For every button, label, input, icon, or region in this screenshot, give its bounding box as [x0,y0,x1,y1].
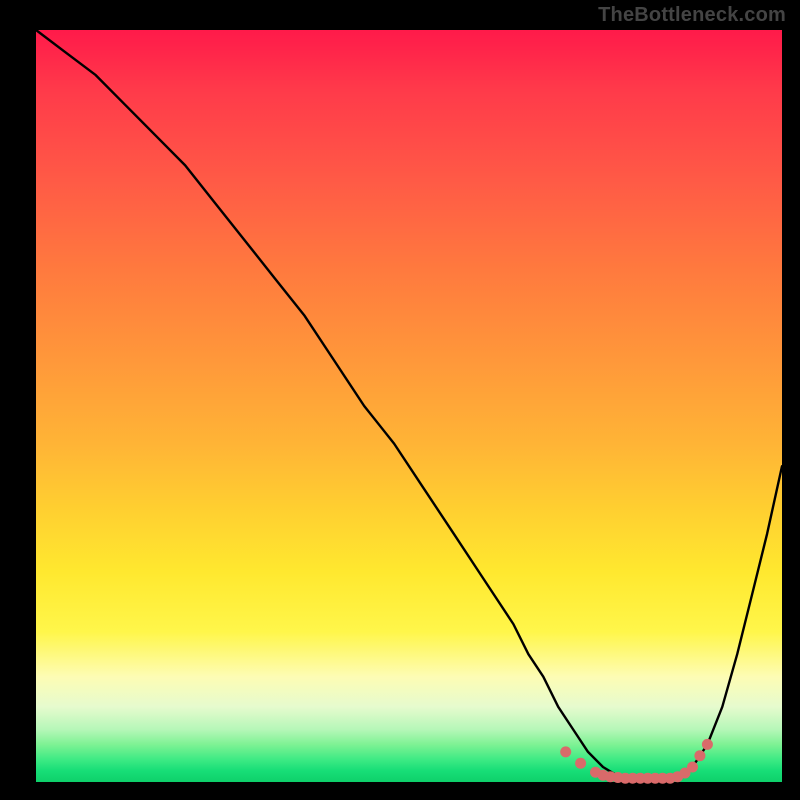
optimal-marker [687,762,698,773]
chart-stage: TheBottleneck.com [0,0,800,800]
optimal-marker [702,739,713,750]
optimal-marker [560,746,571,757]
optimal-marker [694,750,705,761]
optimal-marker [575,758,586,769]
attribution-text: TheBottleneck.com [598,4,786,27]
bottleneck-curve [36,30,782,778]
chart-overlay [0,0,800,800]
